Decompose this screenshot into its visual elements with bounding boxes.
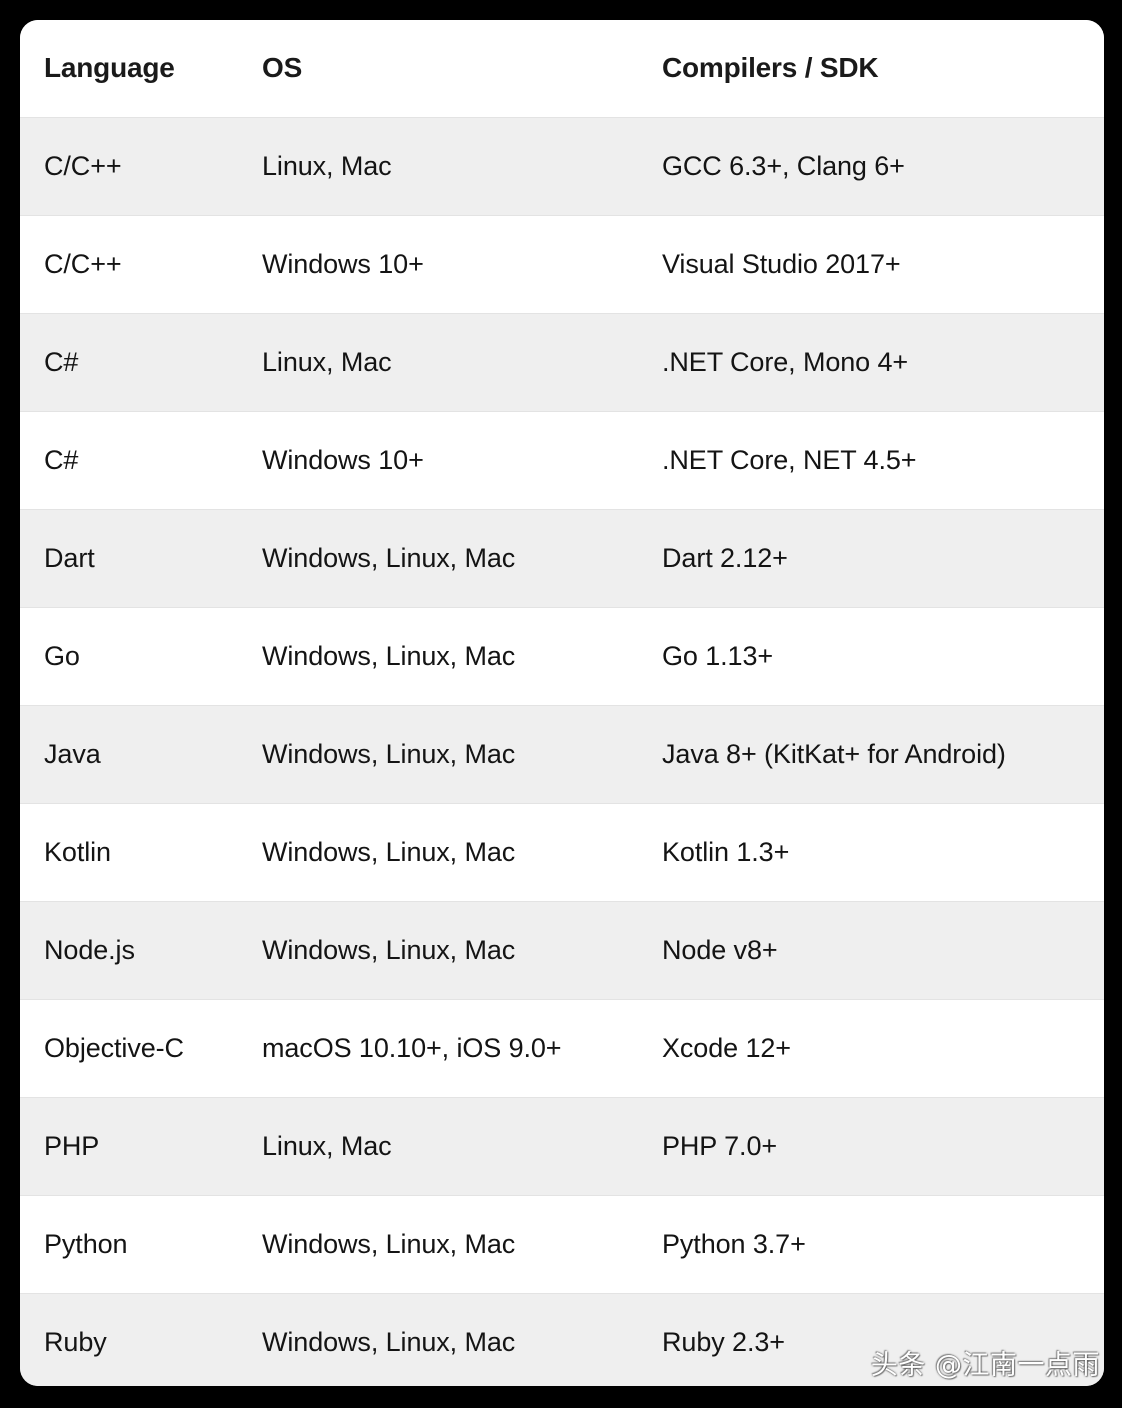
cell-os: Windows, Linux, Mac (238, 1194, 638, 1293)
table-row: Go Windows, Linux, Mac Go 1.13+ (20, 606, 1104, 705)
cell-os: Linux, Mac (238, 312, 638, 411)
table-row: C# Windows 10+ .NET Core, NET 4.5+ (20, 410, 1104, 509)
cell-language: Go (20, 606, 238, 705)
table-body: C/C++ Linux, Mac GCC 6.3+, Clang 6+ C/C++ Wi… (20, 116, 1104, 1386)
cell-sdk: Python 3.7+ (638, 1194, 1104, 1293)
cell-os: Windows, Linux, Mac (238, 1292, 638, 1386)
page-root: Language OS Compilers / SDK C/C++ Linux, … (0, 0, 1122, 1408)
cell-language: Objective-C (20, 998, 238, 1097)
cell-language: Node.js (20, 900, 238, 999)
cell-sdk: .NET Core, Mono 4+ (638, 312, 1104, 411)
cell-sdk: GCC 6.3+, Clang 6+ (638, 116, 1104, 215)
table-row: C# Linux, Mac .NET Core, Mono 4+ (20, 312, 1104, 411)
cell-language: Ruby (20, 1292, 238, 1386)
cell-language: PHP (20, 1096, 238, 1195)
cell-os: Linux, Mac (238, 116, 638, 215)
language-compatibility-table: Language OS Compilers / SDK C/C++ Linux, … (20, 20, 1104, 1386)
table-row: Dart Windows, Linux, Mac Dart 2.12+ (20, 508, 1104, 607)
cell-language: Dart (20, 508, 238, 607)
table-header: Language OS Compilers / SDK (20, 20, 1104, 117)
column-header-compilers-sdk: Compilers / SDK (662, 52, 879, 84)
table-row: C/C++ Windows 10+ Visual Studio 2017+ (20, 214, 1104, 313)
cell-os: Windows 10+ (238, 410, 638, 509)
cell-sdk: .NET Core, NET 4.5+ (638, 410, 1104, 509)
cell-sdk: Dart 2.12+ (638, 508, 1104, 607)
cell-language: C# (20, 410, 238, 509)
cell-os: Windows, Linux, Mac (238, 606, 638, 705)
cell-sdk: Ruby 2.3+ (638, 1292, 1104, 1386)
cell-sdk: PHP 7.0+ (638, 1096, 1104, 1195)
table-row: Python Windows, Linux, Mac Python 3.7+ (20, 1194, 1104, 1293)
cell-language: C# (20, 312, 238, 411)
cell-language: C/C++ (20, 116, 238, 215)
cell-sdk: Java 8+ (KitKat+ for Android) (638, 704, 1104, 803)
table-row: Java Windows, Linux, Mac Java 8+ (KitKat+ … (20, 704, 1104, 803)
cell-os: Linux, Mac (238, 1096, 638, 1195)
table-row: Ruby Windows, Linux, Mac Ruby 2.3+ (20, 1292, 1104, 1386)
table-row: C/C++ Linux, Mac GCC 6.3+, Clang 6+ (20, 116, 1104, 215)
cell-language: C/C++ (20, 214, 238, 313)
table-row: Kotlin Windows, Linux, Mac Kotlin 1.3+ (20, 802, 1104, 901)
cell-language: Kotlin (20, 802, 238, 901)
table-row: Node.js Windows, Linux, Mac Node v8+ (20, 900, 1104, 999)
column-header-os: OS (262, 52, 303, 84)
cell-sdk: Visual Studio 2017+ (638, 214, 1104, 313)
cell-language: Java (20, 704, 238, 803)
cell-language: Python (20, 1194, 238, 1293)
table-header-row: Language OS Compilers / SDK (20, 20, 1104, 117)
cell-os: Windows, Linux, Mac (238, 704, 638, 803)
compatibility-table-card: Language OS Compilers / SDK C/C++ Linux, … (20, 20, 1104, 1386)
cell-sdk: Kotlin 1.3+ (638, 802, 1104, 901)
table-row: Objective-C macOS 10.10+, iOS 9.0+ Xcode 1… (20, 998, 1104, 1097)
cell-os: Windows 10+ (238, 214, 638, 313)
cell-os: Windows, Linux, Mac (238, 802, 638, 901)
cell-os: Windows, Linux, Mac (238, 900, 638, 999)
cell-sdk: Node v8+ (638, 900, 1104, 999)
cell-sdk: Xcode 12+ (638, 998, 1104, 1097)
cell-os: Windows, Linux, Mac (238, 508, 638, 607)
column-header-language: Language (44, 52, 175, 84)
cell-os: macOS 10.10+, iOS 9.0+ (238, 998, 638, 1097)
table-row: PHP Linux, Mac PHP 7.0+ (20, 1096, 1104, 1195)
cell-sdk: Go 1.13+ (638, 606, 1104, 705)
